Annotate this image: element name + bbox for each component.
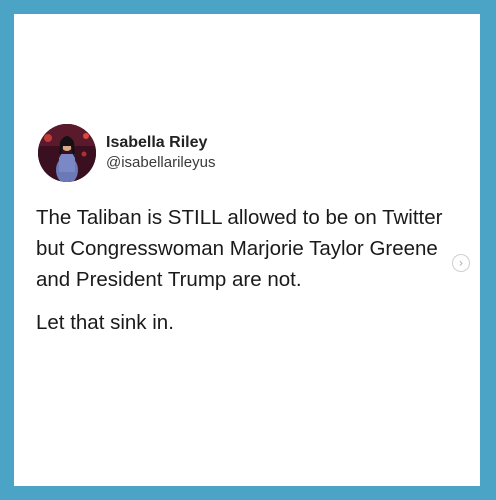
carousel-next-button[interactable]: ›	[452, 254, 470, 272]
tweet-header: Isabella Riley @isabellarileyus	[38, 124, 215, 182]
post-image: Isabella Riley @isabellarileyus The Tali…	[0, 0, 496, 500]
tweet-body: The Taliban is STILL allowed to be on Tw…	[36, 202, 476, 338]
tweet-text: The Taliban is STILL allowed to be on Tw…	[36, 206, 443, 291]
avatar-photo	[38, 124, 96, 182]
chevron-right-icon: ›	[458, 256, 464, 270]
author-handle: @isabellarileyus	[106, 154, 216, 171]
author-info: Isabella Riley @isabellarileyus	[106, 133, 215, 173]
tweet-card: Isabella Riley @isabellarileyus The Tali…	[14, 14, 480, 486]
author-name: Isabella Riley	[106, 134, 208, 151]
tweet-text-line-2: Let that sink in.	[36, 311, 174, 334]
post-frame: Isabella Riley @isabellarileyus The Tali…	[0, 0, 496, 500]
avatar	[38, 124, 96, 182]
